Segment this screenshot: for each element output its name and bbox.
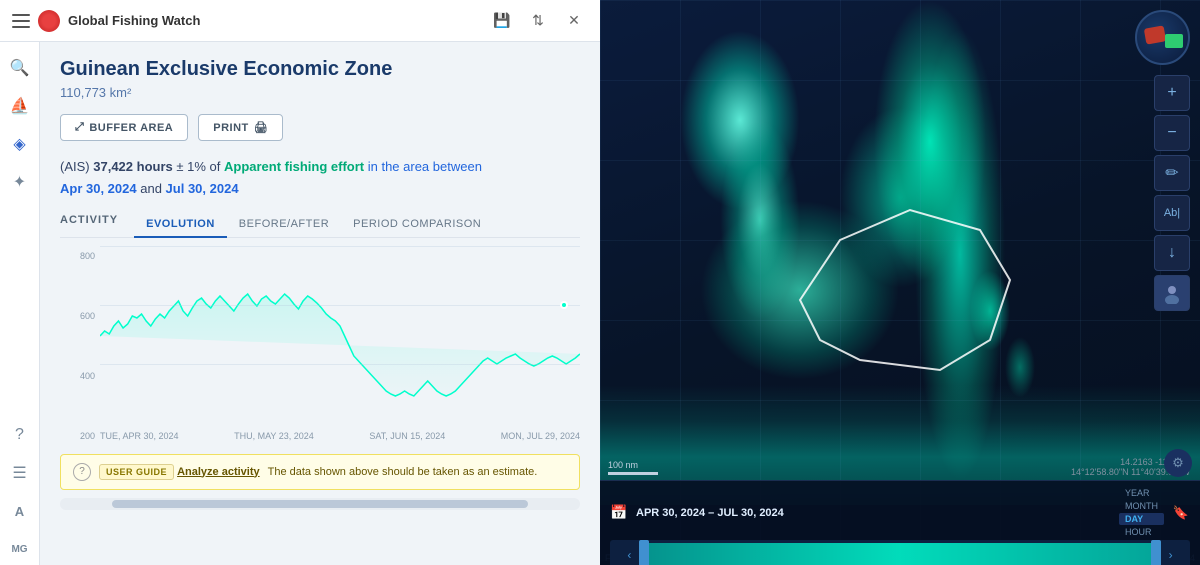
bookmark-icon[interactable]: 🔖 xyxy=(1172,504,1190,522)
y-label-600: 600 xyxy=(60,311,100,321)
chart-y-axis: 800 600 400 200 xyxy=(60,246,100,446)
sidebar-item-sparkle[interactable]: ✦ xyxy=(4,166,36,198)
x-label-may: THU, MAY 23, 2024 xyxy=(234,431,314,441)
timeline-track[interactable]: ‹ › xyxy=(610,540,1190,565)
bottom-scrollbar[interactable] xyxy=(60,498,580,510)
stats-suffix-value: in the area between xyxy=(368,159,482,174)
user-avatar-button[interactable] xyxy=(1154,275,1190,311)
sidebar-item-translate[interactable]: A xyxy=(4,495,36,527)
stats-text: (AIS) 37,422 hours ± 1% of Apparent fish… xyxy=(60,157,580,177)
sidebar-item-search[interactable]: 🔍 xyxy=(4,52,36,84)
sidebar-item-vessel[interactable]: ⛵ xyxy=(4,90,36,122)
zoom-out-button[interactable]: − xyxy=(1154,115,1190,151)
print-label: PRINT xyxy=(213,122,249,134)
action-buttons: ⤢ BUFFER AREA PRINT 🖨 xyxy=(60,114,580,141)
tab-evolution[interactable]: EVOLUTION xyxy=(134,212,227,238)
tab-period-comparison[interactable]: PERIOD COMPARISON xyxy=(341,212,493,238)
zone-title: Guinean Exclusive Economic Zone xyxy=(60,58,580,81)
globe-land2 xyxy=(1165,34,1183,48)
scroll-thumb xyxy=(112,500,528,508)
zone-area: 110,773 km² xyxy=(60,85,580,100)
dates-text: Apr 30, 2024 and Jul 30, 2024 xyxy=(60,181,580,196)
region-outline xyxy=(780,180,1020,380)
buffer-area-button[interactable]: ⤢ BUFFER AREA xyxy=(60,114,188,141)
y-label-200: 200 xyxy=(60,431,100,441)
timeline-handle-right[interactable] xyxy=(1151,540,1161,565)
tab-before-after[interactable]: BEFORE/AFTER xyxy=(227,212,341,238)
sidebar-item-list[interactable]: ☰ xyxy=(4,457,36,489)
add-text-button[interactable]: Ab| xyxy=(1154,195,1190,231)
timeline-next-arrow[interactable]: › xyxy=(1169,548,1173,562)
hamburger-menu[interactable] xyxy=(12,14,30,28)
calendar-icon[interactable]: 📅 xyxy=(610,504,628,522)
timeline-unit-controls: YEAR MONTH DAY HOUR xyxy=(1109,487,1164,538)
stats-hours-value: 37,422 hours xyxy=(93,159,173,174)
user-guide-bar: ? USER GUIDE Analyze activity The data s… xyxy=(60,454,580,490)
buffer-area-icon: ⤢ xyxy=(75,121,84,134)
buffer-area-label: BUFFER AREA xyxy=(89,122,173,134)
sidebar-item-users[interactable]: MG xyxy=(4,533,36,565)
scale-bar: 100 nm xyxy=(608,460,658,475)
day-unit[interactable]: DAY xyxy=(1119,513,1164,525)
print-button[interactable]: PRINT 🖨 xyxy=(198,114,283,141)
print-icon: 🖨 xyxy=(254,121,268,134)
hour-unit[interactable]: HOUR xyxy=(1119,526,1164,538)
date-end[interactable]: Jul 30, 2024 xyxy=(166,181,239,196)
activity-label: ACTIVITY xyxy=(60,214,118,234)
top-bar-actions: 💾 ⇅ ✕ xyxy=(488,7,588,35)
download-button[interactable]: ↓ xyxy=(1154,235,1190,271)
chart-area[interactable] xyxy=(100,246,580,426)
x-label-jul: MON, JUL 29, 2024 xyxy=(501,431,580,441)
edit-button[interactable]: ✏ xyxy=(1154,155,1190,191)
globe-minimap[interactable] xyxy=(1135,10,1190,65)
chart-x-axis: TUE, APR 30, 2024 THU, MAY 23, 2024 SAT,… xyxy=(100,426,580,446)
user-guide-link[interactable]: Analyze activity xyxy=(177,466,260,478)
zoom-in-button[interactable]: + xyxy=(1154,75,1190,111)
left-sidebar: 🔍 ⛵ ◈ ✦ ? ☰ A MG xyxy=(0,42,40,565)
stats-prefix: (AIS) xyxy=(60,159,90,174)
chart-cursor-dot xyxy=(560,301,568,309)
top-bar: Global Fishing Watch 💾 ⇅ ✕ xyxy=(0,0,600,42)
x-label-apr: TUE, APR 30, 2024 xyxy=(100,431,179,441)
timeline-prev-arrow[interactable]: ‹ xyxy=(627,548,631,562)
globe-land xyxy=(1144,25,1166,44)
dates-separator: and xyxy=(140,181,165,196)
date-start[interactable]: Apr 30, 2024 xyxy=(60,181,137,196)
x-label-jun: SAT, JUN 15, 2024 xyxy=(369,431,445,441)
sidebar-item-layers[interactable]: ◈ xyxy=(4,128,36,160)
year-unit[interactable]: YEAR xyxy=(1119,487,1164,499)
help-circle-icon[interactable]: ? xyxy=(73,463,91,481)
left-panel: Global Fishing Watch 💾 ⇅ ✕ 🔍 ⛵ ◈ ✦ ? ☰ A… xyxy=(0,0,600,565)
user-guide-tag-container: USER GUIDE Analyze activity xyxy=(99,466,260,478)
user-guide-tag: USER GUIDE xyxy=(99,464,174,480)
chart-container: 800 600 400 200 xyxy=(60,246,580,446)
timeline-date-range: APR 30, 2024 – JUL 30, 2024 xyxy=(636,507,784,519)
close-button[interactable]: ✕ xyxy=(560,7,588,35)
settings-button[interactable]: ⚙ xyxy=(1164,449,1192,477)
y-label-400: 400 xyxy=(60,371,100,381)
timeline-fill xyxy=(639,543,1161,565)
app-logo xyxy=(38,10,60,32)
stats-metric-value: Apparent fishing effort xyxy=(224,159,364,174)
grid-line-400 xyxy=(100,364,580,365)
y-label-800: 800 xyxy=(60,251,100,261)
chart-grid xyxy=(100,246,580,426)
main-content: Guinean Exclusive Economic Zone 110,773 … xyxy=(40,42,600,565)
app-title: Global Fishing Watch xyxy=(68,13,480,28)
save-button[interactable]: 💾 xyxy=(488,7,516,35)
month-unit[interactable]: MONTH xyxy=(1119,500,1164,512)
stats-tolerance-value: ± 1% of xyxy=(176,159,220,174)
timeline-bar: 📅 APR 30, 2024 – JUL 30, 2024 YEAR MONTH… xyxy=(600,480,1200,565)
user-guide-description: The data shown above should be taken as … xyxy=(268,466,538,478)
timeline-handle-left[interactable] xyxy=(639,540,649,565)
grid-line-800 xyxy=(100,246,580,247)
chart-tabs: ACTIVITY EVOLUTION BEFORE/AFTER PERIOD C… xyxy=(60,212,580,238)
right-toolbar: + − ✏ Ab| ↓ xyxy=(1154,75,1190,311)
grid-line-600 xyxy=(100,305,580,306)
sidebar-item-help[interactable]: ? xyxy=(4,419,36,451)
share-button[interactable]: ⇅ xyxy=(524,7,552,35)
